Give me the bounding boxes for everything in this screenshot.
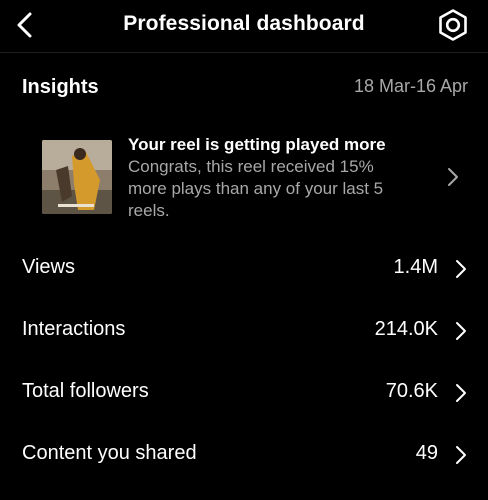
- chevron-right-icon: [456, 322, 466, 340]
- metric-value: 70.6K: [385, 380, 438, 402]
- reel-card-text: Your reel is getting played more Congrat…: [128, 134, 428, 222]
- reel-body-line-2: more plays than any of your last 5: [128, 179, 384, 198]
- metric-row-interactions[interactable]: Interactions 214.0K: [0, 300, 488, 360]
- metric-label: Views: [22, 256, 75, 278]
- chevron-right-icon: [456, 384, 466, 402]
- chevron-right-icon: [456, 260, 466, 278]
- top-bar: Professional dashboard: [0, 0, 488, 53]
- gear-icon: [439, 9, 467, 41]
- reel-body-line-1: Congrats, this reel received 15%: [128, 157, 374, 176]
- metric-value: 214.0K: [374, 318, 438, 340]
- chevron-right-icon: [456, 446, 466, 464]
- metric-row-total-followers[interactable]: Total followers 70.6K: [0, 362, 488, 422]
- metric-value: 49: [415, 442, 438, 464]
- chevron-right-icon: [448, 168, 458, 186]
- metric-label: Total followers: [22, 380, 149, 402]
- date-range[interactable]: 18 Mar-16 Apr: [354, 76, 468, 97]
- metric-value: 1.4M: [393, 256, 438, 278]
- metric-row-views[interactable]: Views 1.4M: [0, 238, 488, 298]
- reel-headline: Your reel is getting played more: [128, 135, 386, 154]
- settings-button[interactable]: [436, 7, 470, 43]
- metric-label: Interactions: [22, 318, 126, 340]
- reel-thumbnail: [42, 140, 112, 214]
- reel-insight-card[interactable]: Your reel is getting played more Congrat…: [22, 130, 470, 226]
- metric-row-content-shared[interactable]: Content you shared 49: [0, 424, 488, 484]
- metric-label: Content you shared: [22, 442, 197, 464]
- reel-body-line-3: reels.: [128, 201, 170, 220]
- page-title: Professional dashboard: [123, 12, 365, 35]
- insights-heading: Insights: [22, 76, 99, 98]
